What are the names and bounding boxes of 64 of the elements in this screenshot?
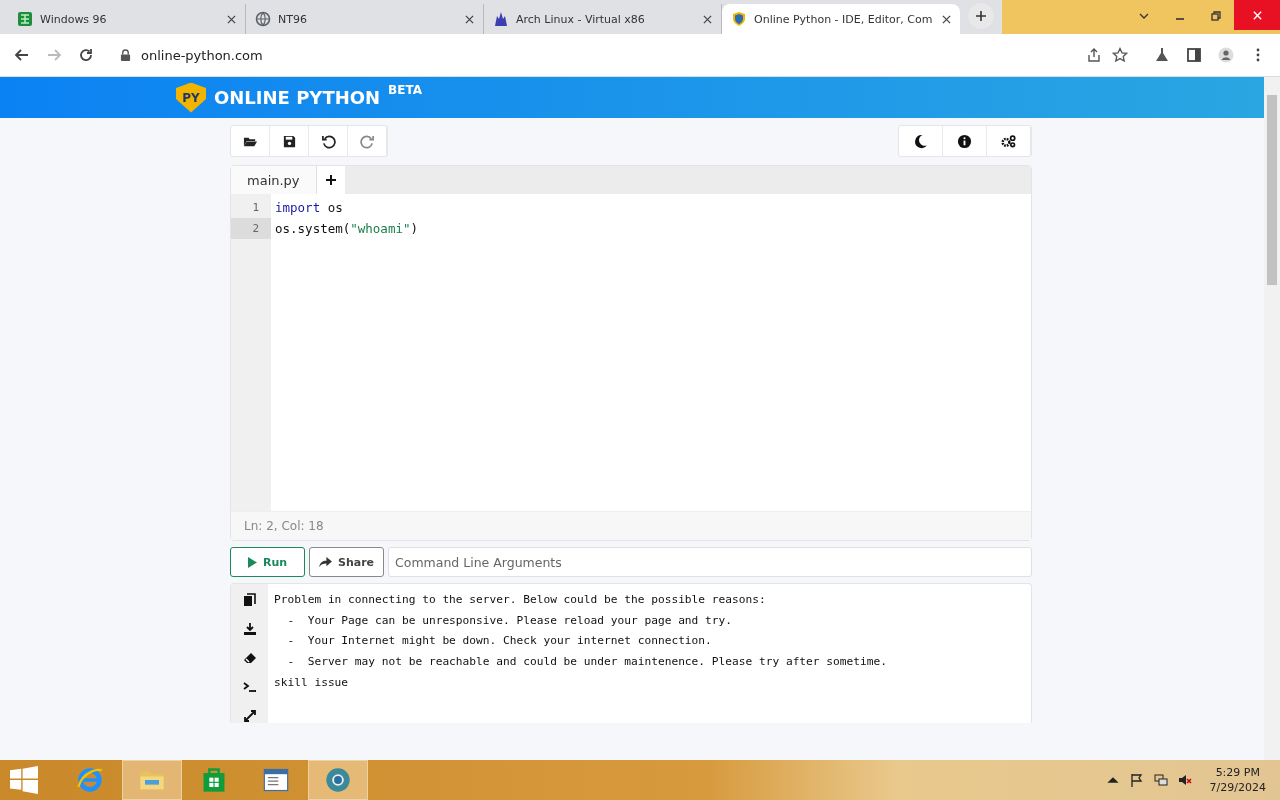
back-icon[interactable]	[14, 47, 30, 63]
creature-icon	[493, 11, 509, 27]
windows-logo-icon[interactable]	[10, 766, 38, 794]
line-number: 1	[251, 200, 260, 216]
line-number: 2	[231, 218, 271, 239]
arguments-field[interactable]: Command Line Arguments	[388, 547, 1032, 577]
scrollbar[interactable]	[1264, 77, 1280, 760]
settings-icon	[1001, 133, 1016, 149]
moon-icon	[913, 133, 928, 149]
browser-e-icon	[76, 766, 104, 794]
flag-icon[interactable]	[1129, 773, 1144, 787]
cursor-position: Ln: 2, Col: 18	[231, 511, 1031, 540]
close-tab-icon[interactable]	[942, 14, 951, 24]
undo-icon	[320, 133, 336, 149]
play-icon	[247, 556, 257, 568]
profile-icon[interactable]	[1218, 47, 1234, 63]
globe-icon	[255, 11, 271, 27]
browser-tab[interactable]: Online Python - IDE, Editor, Com	[722, 4, 960, 34]
output-line: - Your Internet might be down. Check your internet connection.	[286, 633, 713, 650]
output-line: - Your Page can be unresponsive. Please reload your page and try.	[286, 612, 733, 629]
download-icon[interactable]	[242, 622, 257, 636]
new-tab-button[interactable]	[968, 3, 994, 29]
terminal-icon[interactable]	[242, 680, 257, 694]
redo-icon	[359, 133, 375, 149]
network-icon[interactable]	[1153, 773, 1168, 787]
eraser-icon[interactable]	[242, 651, 257, 665]
close-tab-icon[interactable]	[703, 14, 712, 24]
plus-icon	[975, 10, 987, 22]
spreadsheet-icon	[17, 11, 33, 27]
star-icon[interactable]	[1112, 47, 1128, 63]
clock-time: 5:29 PM	[1215, 765, 1260, 780]
globe-lens-icon	[324, 766, 352, 794]
flask-icon[interactable]	[1154, 47, 1170, 63]
add-file-button[interactable]	[315, 166, 345, 194]
side-panel-icon[interactable]	[1186, 47, 1202, 63]
clock-date: 7/29/2024	[1209, 780, 1266, 795]
share-arrow-icon	[318, 556, 332, 568]
taskbar-app[interactable]	[308, 760, 368, 800]
close-icon	[1251, 9, 1263, 21]
code-line: import os	[275, 199, 344, 217]
output-line: Problem in connecting to the server. Below could be the possible reasons:	[274, 592, 767, 608]
run-button[interactable]: Run	[230, 547, 305, 577]
logo-badge: PY	[176, 82, 206, 113]
copy-icon[interactable]	[242, 593, 257, 607]
output-line: - Server may not be reachable and could be under maintenence. Please try after sometime.	[286, 654, 887, 671]
close-tab-icon[interactable]	[227, 14, 236, 24]
beta-label: BETA	[388, 82, 422, 97]
expand-icon[interactable]	[242, 709, 257, 723]
reload-icon[interactable]	[78, 47, 94, 63]
share-button[interactable]: Share	[309, 547, 384, 577]
muted-speaker-icon[interactable]	[1177, 773, 1192, 787]
shield-icon	[731, 11, 747, 27]
close-tab-icon[interactable]	[465, 14, 474, 24]
info-icon	[957, 133, 972, 149]
output-line: skill issue	[274, 674, 350, 691]
lock-icon	[120, 48, 131, 62]
file-tab[interactable]: main.py	[231, 166, 316, 194]
restore-icon[interactable]	[1210, 10, 1222, 22]
site-title[interactable]: ONLINE PYTHON	[214, 87, 381, 108]
clock[interactable]: 5:29 PM 7/29/2024	[1209, 765, 1266, 795]
code-line: os.system("whoami")	[275, 220, 419, 238]
share-icon[interactable]	[1086, 47, 1102, 63]
window-icon	[262, 766, 290, 794]
plus-icon	[324, 174, 337, 186]
